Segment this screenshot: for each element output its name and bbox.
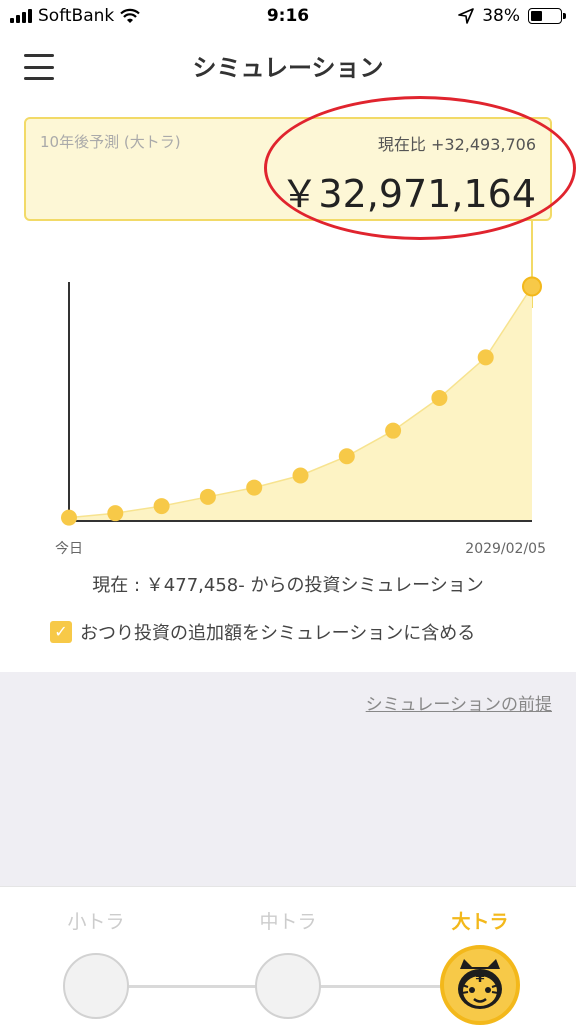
simulation-premise-link[interactable]: シミュレーションの前提 — [366, 690, 552, 715]
battery-percent: 38% — [482, 6, 520, 26]
data-point-9 — [477, 349, 494, 366]
battery-icon — [528, 8, 566, 24]
x-tick-end: 2029/02/05 — [465, 541, 546, 557]
data-point-1 — [107, 505, 124, 522]
plan-option-medium[interactable] — [255, 953, 321, 1019]
svg-text:¥: ¥ — [475, 971, 484, 986]
data-point-0 — [61, 509, 77, 526]
page-title: シミュレーション — [192, 54, 384, 82]
plan-label-medium[interactable]: 中トラ — [228, 907, 348, 934]
data-point-3 — [199, 488, 216, 505]
info-panel: シミュレーションの前提 — [0, 672, 576, 886]
data-point-10 — [522, 276, 542, 297]
status-right: 38% — [458, 6, 566, 26]
tiger-icon: ¥ — [458, 959, 502, 1009]
status-bar: SoftBank 9:16 38% — [0, 0, 576, 36]
data-point-4 — [246, 479, 263, 496]
data-point-7 — [385, 422, 402, 439]
forecast-label: 10年後予測 (大トラ) — [40, 133, 181, 151]
plan-label-large[interactable]: 大トラ — [420, 907, 540, 934]
data-point-2 — [153, 498, 170, 515]
plan-label-small[interactable]: 小トラ — [36, 907, 156, 934]
simulation-caption: 現在 : ￥477,458- からの投資シミュレーション — [92, 575, 484, 596]
red-highlight-annotation — [264, 96, 576, 240]
location-arrow-icon — [458, 8, 475, 24]
area-fill — [69, 286, 532, 521]
data-point-8 — [431, 389, 448, 406]
plan-selector: 小トラ 中トラ 大トラ ¥ — [0, 886, 576, 1025]
checkbox-checked[interactable]: ✓ — [50, 621, 72, 643]
option-label: おつり投資の追加額をシミュレーションに含める — [80, 623, 476, 644]
include-roundup-option[interactable]: ✓ おつり投資の追加額をシミュレーションに含める — [50, 619, 475, 645]
growth-chart: 今日 2029/02/05 — [55, 220, 546, 557]
navigation-bar: シミュレーション — [0, 36, 576, 96]
x-tick-start: 今日 — [55, 541, 83, 557]
data-point-6 — [338, 448, 355, 465]
plan-option-large-selected[interactable]: ¥ — [440, 945, 520, 1025]
plan-option-small[interactable] — [63, 953, 129, 1019]
data-point-5 — [292, 467, 309, 484]
